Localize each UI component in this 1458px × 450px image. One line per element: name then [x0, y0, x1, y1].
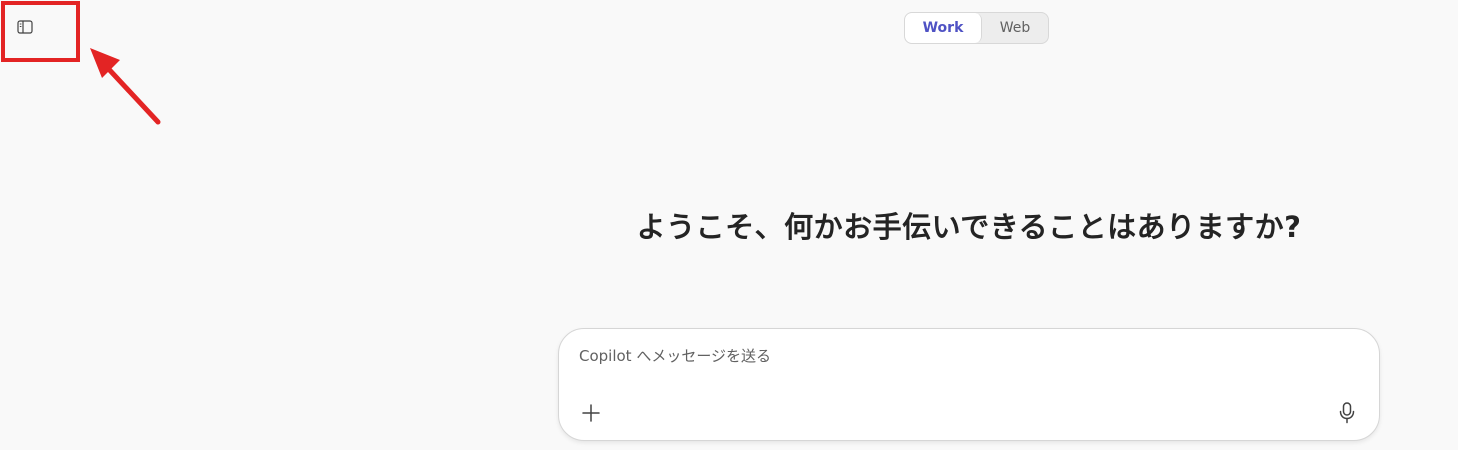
sidebar-toggle-button[interactable]: [12, 15, 38, 39]
tab-web[interactable]: Web: [982, 13, 1048, 43]
plus-icon: [582, 404, 600, 422]
add-attachment-button[interactable]: [579, 401, 603, 425]
message-composer: [558, 328, 1380, 441]
annotation-arrow: [90, 48, 161, 125]
message-input[interactable]: [579, 347, 1339, 365]
microphone-button[interactable]: [1335, 401, 1359, 425]
welcome-heading: ようこそ、何かお手伝いできることはありますか?: [636, 210, 1302, 244]
sidebar-panel-icon: [17, 20, 33, 34]
microphone-icon: [1339, 402, 1355, 424]
mode-toggle: Work Web: [904, 12, 1049, 44]
tab-work[interactable]: Work: [905, 13, 982, 43]
